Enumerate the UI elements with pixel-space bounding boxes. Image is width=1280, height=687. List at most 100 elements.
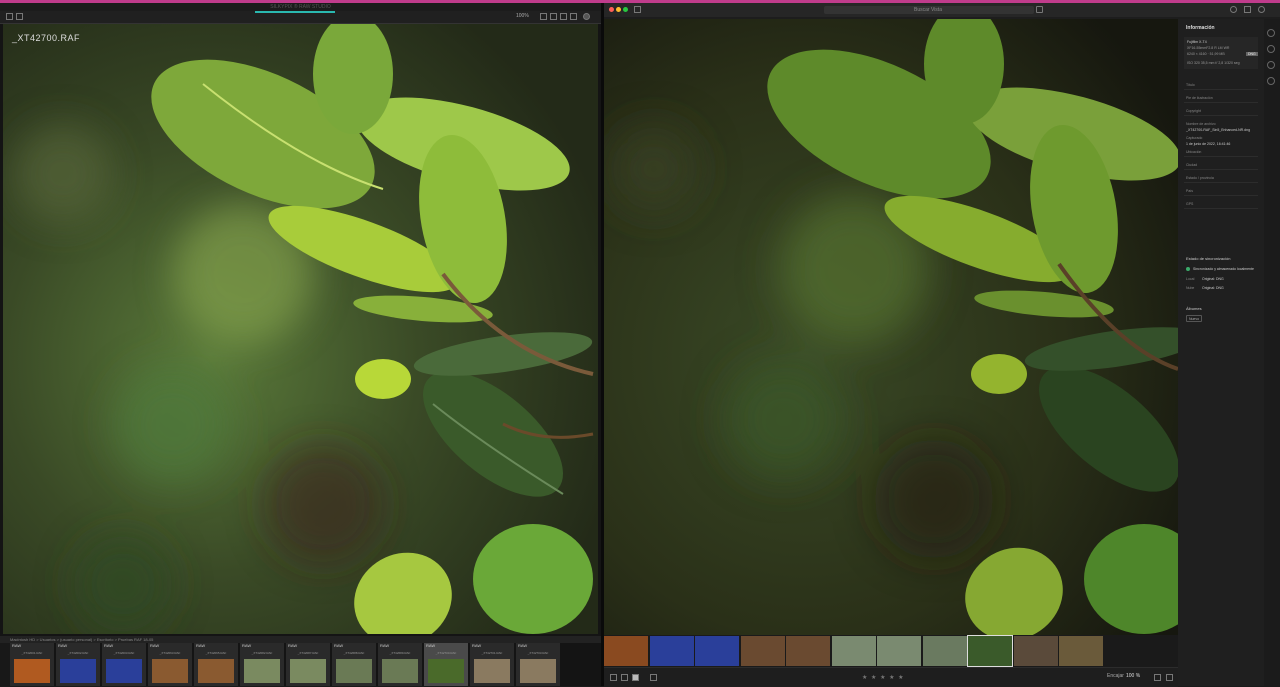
thumb-image bbox=[336, 659, 372, 683]
filmstrip-thumbnail[interactable]: RAW _XT42087.RAF bbox=[286, 643, 330, 686]
histogram-icon[interactable] bbox=[560, 13, 567, 20]
filmstrip-thumbnail[interactable] bbox=[649, 636, 694, 666]
thumb-image bbox=[428, 659, 464, 683]
raw-tag: RAW bbox=[472, 643, 482, 648]
thumb-filename: _XT42002.RAF bbox=[67, 651, 89, 655]
sync-ok-icon bbox=[1186, 267, 1190, 271]
leaf-photo-left bbox=[3, 24, 598, 634]
filter-icon[interactable] bbox=[1036, 6, 1043, 13]
filmstrip-thumbnail[interactable] bbox=[1059, 636, 1103, 666]
metadata-input[interactable] bbox=[1184, 187, 1258, 196]
raw-tag: RAW bbox=[518, 643, 528, 648]
filmstrip-thumbnail[interactable] bbox=[1013, 636, 1058, 666]
close-button[interactable] bbox=[609, 7, 614, 12]
thumb-filename: _XT42003.RAF bbox=[113, 651, 135, 655]
metadata-input[interactable] bbox=[1184, 81, 1258, 90]
thumb-filename: _XT42065.RAF bbox=[205, 651, 227, 655]
albums-title: Álbumes bbox=[1186, 306, 1202, 311]
help-icon[interactable] bbox=[1258, 6, 1265, 13]
zoom-level[interactable]: 100% bbox=[516, 13, 529, 19]
zoom-fit-label[interactable]: Encajar bbox=[1107, 673, 1124, 679]
thumb-image bbox=[152, 659, 188, 683]
lens-model: XF16-55mmF2.8 R LM WR bbox=[1187, 46, 1230, 50]
grid-small-icon[interactable] bbox=[610, 674, 617, 681]
metadata-input[interactable] bbox=[1184, 161, 1258, 170]
filmstrip-thumbnail[interactable]: RAW _XT42001.RAF bbox=[10, 643, 54, 686]
folder-path[interactable]: Macintosh HD > Usuarios > (usuario perso… bbox=[10, 636, 153, 643]
raw-tag: RAW bbox=[196, 643, 206, 648]
search-placeholder: Buscar Vista bbox=[914, 7, 942, 13]
metadata-value[interactable]: _XT42700-RAF_Sin5_Enhanced-NR.dng bbox=[1186, 128, 1250, 132]
sidebar-toggle-icon[interactable] bbox=[634, 6, 641, 13]
local-value: Original: DNG bbox=[1202, 277, 1224, 281]
filmstrip-thumbnail[interactable]: RAW _XT42689.RAF bbox=[378, 643, 422, 686]
raw-tag: RAW bbox=[288, 643, 298, 648]
grid-large-icon[interactable] bbox=[621, 674, 628, 681]
panel-toggle-icon[interactable] bbox=[1166, 674, 1173, 681]
zoom-button[interactable] bbox=[623, 7, 628, 12]
metadata-input[interactable] bbox=[1184, 148, 1258, 157]
filmstrip-thumbnail[interactable] bbox=[740, 636, 785, 666]
filmstrip-thumbnail[interactable] bbox=[967, 635, 1013, 667]
left-titlebar: SILKYPIX ® RAW STUDIO bbox=[0, 3, 601, 11]
more-icon[interactable] bbox=[1267, 77, 1275, 85]
filmstrip-thumbnail[interactable]: RAW _XT42003.RAF bbox=[102, 643, 146, 686]
crop-icon[interactable] bbox=[1267, 45, 1275, 53]
left-photo-preview[interactable] bbox=[3, 24, 598, 634]
cloud-value: Original: DNG bbox=[1202, 286, 1224, 290]
metadata-input[interactable] bbox=[1184, 107, 1258, 116]
right-filmstrip bbox=[604, 635, 1178, 667]
filmstrip-thumbnail[interactable] bbox=[877, 636, 921, 666]
thumb-filename: _XT42087.RAF bbox=[297, 651, 319, 655]
filmstrip-thumbnail[interactable] bbox=[786, 636, 830, 666]
filmstrip-thumbnail[interactable] bbox=[695, 636, 739, 666]
right-tool-rail bbox=[1264, 19, 1280, 686]
metadata-value[interactable]: 1 de junio de 2022, 16:41:46 bbox=[1186, 142, 1230, 146]
share-icon[interactable] bbox=[1244, 6, 1251, 13]
metadata-input[interactable] bbox=[1184, 94, 1258, 103]
format-badge: DNG bbox=[1246, 52, 1258, 56]
info-panel: Información Fujifilm X-T4 XF16-55mmF2.8 … bbox=[1178, 19, 1264, 686]
metadata-input[interactable] bbox=[1184, 174, 1258, 183]
edit-icon[interactable] bbox=[1267, 29, 1275, 37]
filmstrip-thumbnail[interactable]: RAW _XT42082.RAF bbox=[240, 643, 284, 686]
right-photo-preview[interactable] bbox=[604, 19, 1178, 635]
compare-icon[interactable] bbox=[550, 13, 557, 20]
heal-icon[interactable] bbox=[1267, 61, 1275, 69]
thumb-image bbox=[106, 659, 142, 683]
thumb-filename: _XT42703.RAF bbox=[527, 651, 549, 655]
filmstrip-thumbnail[interactable] bbox=[831, 636, 876, 666]
sort-icon[interactable] bbox=[650, 674, 657, 681]
zoom-value[interactable]: 100 % bbox=[1126, 673, 1140, 679]
rating-stars[interactable]: ★ ★ ★ ★ ★ bbox=[862, 674, 905, 681]
raw-tag: RAW bbox=[380, 643, 390, 648]
filmstrip-thumbnail[interactable] bbox=[922, 636, 967, 666]
thumb-image bbox=[60, 659, 96, 683]
filmstrip-thumbnail[interactable]: RAW _XT42701.RAF bbox=[470, 643, 514, 686]
single-view-icon[interactable] bbox=[16, 13, 23, 20]
settings-icon[interactable] bbox=[583, 13, 590, 20]
compare-view-icon[interactable] bbox=[1154, 674, 1161, 681]
thumb-filename: _XT42082.RAF bbox=[251, 651, 273, 655]
filmstrip-thumbnail[interactable]: RAW _XT42065.RAF bbox=[194, 643, 238, 686]
right-titlebar: Buscar Vista bbox=[604, 3, 1280, 17]
filmstrip-thumbnail[interactable]: RAW _XT42063.RAF bbox=[148, 643, 192, 686]
new-album-button[interactable]: Nuevo bbox=[1186, 315, 1202, 322]
filmstrip-thumbnail[interactable] bbox=[604, 636, 648, 666]
thumb-image bbox=[520, 659, 556, 683]
fit-icon[interactable] bbox=[540, 13, 547, 20]
grid-view-icon[interactable] bbox=[6, 13, 13, 20]
progress-accent bbox=[255, 11, 335, 13]
detail-view-icon[interactable] bbox=[632, 674, 639, 681]
metadata-label: Capturado bbox=[1186, 136, 1203, 140]
notifications-icon[interactable] bbox=[1230, 6, 1237, 13]
filmstrip-thumbnail[interactable]: RAW _XT42703.RAF bbox=[516, 643, 560, 686]
loupe-icon[interactable] bbox=[570, 13, 577, 20]
filmstrip-thumbnail[interactable]: RAW _XT42700.RAF bbox=[424, 643, 468, 686]
filmstrip-thumbnail[interactable]: RAW _XT42002.RAF bbox=[56, 643, 100, 686]
raw-tag: RAW bbox=[58, 643, 68, 648]
metadata-input[interactable] bbox=[1184, 200, 1258, 209]
filmstrip-thumbnail[interactable]: RAW _XT42688.RAF bbox=[332, 643, 376, 686]
raw-tag: RAW bbox=[242, 643, 252, 648]
minimize-button[interactable] bbox=[616, 7, 621, 12]
